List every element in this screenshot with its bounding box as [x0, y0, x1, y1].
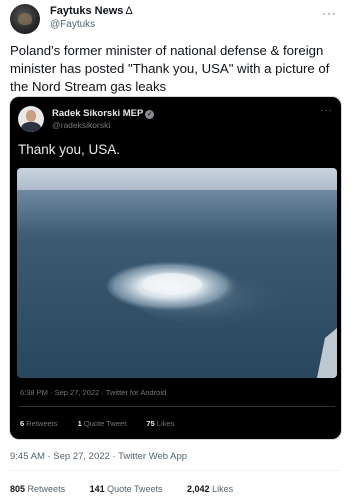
quote-tweets-count: 141 — [89, 484, 105, 494]
quote-tweets-label: Quote Tweets — [107, 484, 163, 494]
quoted-timestamp[interactable]: 6:38 PM · Sep 27, 2022 · Twitter for And… — [20, 388, 166, 397]
quoted-likes[interactable]: 75 Likes — [146, 419, 183, 428]
tweet: Faytuks News Δ @Faytuks ··· Poland's form… — [0, 0, 351, 500]
avatar-suit — [21, 122, 41, 132]
avatar-face — [26, 110, 36, 122]
quoted-author-name[interactable]: Radek Sikorski MEP — [52, 108, 143, 119]
tweet-header: Faytuks News Δ @Faytuks ··· — [10, 4, 341, 36]
likes-count: 2,042 — [187, 484, 210, 494]
author-handle[interactable]: @Faytuks — [50, 19, 95, 30]
quoted-quotes-count: 1 — [77, 419, 82, 428]
tweet-text: Poland's former minister of national def… — [10, 43, 330, 94]
quoted-tweet-text: Thank you, USA. — [18, 142, 121, 157]
tweet-timestamp[interactable]: 9:45 AM · Sep 27, 2022 · Twitter Web App — [10, 451, 187, 462]
quoted-stats: 6 Retweets 1 Quote Tweet 75 Likes — [20, 419, 192, 428]
quoted-tweet-card[interactable]: Radek Sikorski MEP ✓ @radeksikorski ··· T… — [9, 96, 342, 440]
quoted-quotes-label: Quote Tweet — [83, 419, 127, 428]
tweet-stats: 805 Retweets 141 Quote Tweets 2,042 Like… — [10, 484, 255, 494]
more-options-icon[interactable]: ··· — [322, 6, 337, 20]
author-avatar[interactable] — [10, 4, 40, 34]
quoted-more-options-icon[interactable]: ··· — [320, 105, 333, 116]
quoted-retweets[interactable]: 6 Retweets — [20, 419, 67, 428]
likes[interactable]: 2,042 Likes — [187, 484, 244, 494]
author-name-row[interactable]: Faytuks News Δ — [50, 5, 133, 17]
quote-tweets[interactable]: 141 Quote Tweets — [90, 484, 174, 494]
quoted-retweets-label: Retweets — [26, 419, 58, 428]
retweets-count: 805 — [10, 484, 26, 494]
author-name[interactable]: Faytuks News — [50, 5, 123, 17]
gas-center — [142, 273, 202, 295]
quoted-author-avatar[interactable] — [18, 106, 44, 132]
retweets[interactable]: 805 Retweets — [10, 484, 76, 494]
quoted-author-name-row[interactable]: Radek Sikorski MEP ✓ — [52, 108, 155, 119]
quoted-likes-label: Likes — [156, 419, 175, 428]
stats-divider — [10, 470, 341, 471]
sky — [17, 168, 337, 190]
quoted-divider — [18, 406, 335, 407]
quoted-quotes[interactable]: 1 Quote Tweet — [78, 419, 136, 428]
retweets-label: Retweets — [27, 484, 66, 494]
quoted-retweets-count: 6 — [20, 419, 25, 428]
nord-stream-photo[interactable] — [17, 168, 337, 378]
author-flag: Δ — [125, 5, 133, 17]
verified-badge-icon: ✓ — [145, 110, 155, 119]
likes-label: Likes — [212, 484, 234, 494]
quoted-likes-count: 75 — [146, 419, 155, 428]
quoted-author-handle[interactable]: @radeksikorski — [52, 120, 110, 130]
sea-image — [17, 168, 337, 378]
